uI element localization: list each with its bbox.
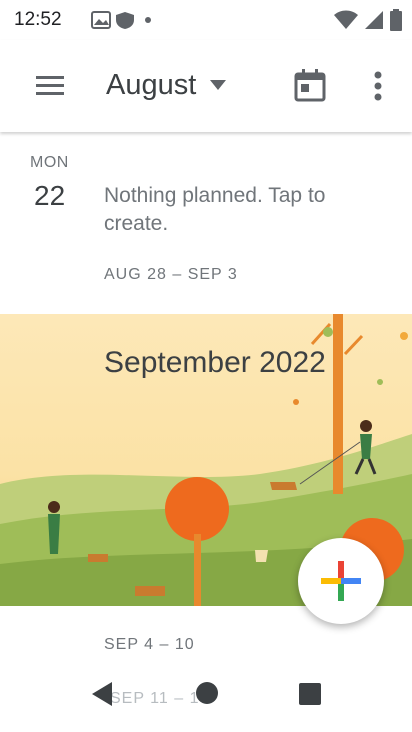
day-date[interactable]: 22 (34, 180, 65, 212)
battery-icon (390, 9, 402, 31)
menu-button[interactable] (30, 66, 70, 106)
nav-home-button[interactable] (194, 680, 220, 711)
nav-back-button[interactable] (88, 680, 114, 713)
cell-signal-icon (365, 11, 383, 29)
week-label: AUG 28 – SEP 3 (104, 266, 238, 283)
status-right-icons (334, 9, 402, 31)
week-label: SEP 4 – 10 (104, 636, 195, 653)
recents-icon (299, 683, 321, 705)
banner-title: September 2022 (104, 346, 326, 379)
create-plus-icon (321, 561, 361, 601)
dropdown-caret-icon (210, 80, 227, 90)
menu-icon (36, 76, 64, 95)
today-calendar-icon (294, 69, 326, 102)
status-left-icons (90, 10, 180, 35)
shield-icon (116, 12, 134, 29)
nav-recents-button[interactable] (298, 682, 322, 711)
today-button[interactable] (290, 66, 330, 106)
system-nav-bar: SEP 11 – 1 (0, 660, 412, 732)
status-bar: 12:52 (0, 0, 412, 40)
dot-icon (145, 17, 151, 23)
month-label: August (106, 68, 197, 101)
home-icon (196, 682, 218, 704)
more-vert-icon (374, 71, 382, 101)
day-weekday: MON (30, 154, 69, 171)
create-event-button[interactable] (298, 538, 384, 624)
day-row: MON 22 Nothing planned. Tap to create. (0, 132, 412, 252)
week-label-peek: SEP 11 – 1 (110, 690, 200, 707)
app-bar: August (0, 40, 412, 132)
wifi-icon (334, 10, 358, 29)
nothing-planned-create[interactable]: Nothing planned. Tap to create. (104, 182, 374, 238)
month-selector[interactable]: August (106, 62, 227, 108)
back-icon (92, 682, 112, 706)
status-time: 12:52 (14, 9, 62, 30)
photos-icon (91, 11, 111, 29)
more-options-button[interactable] (364, 66, 392, 106)
